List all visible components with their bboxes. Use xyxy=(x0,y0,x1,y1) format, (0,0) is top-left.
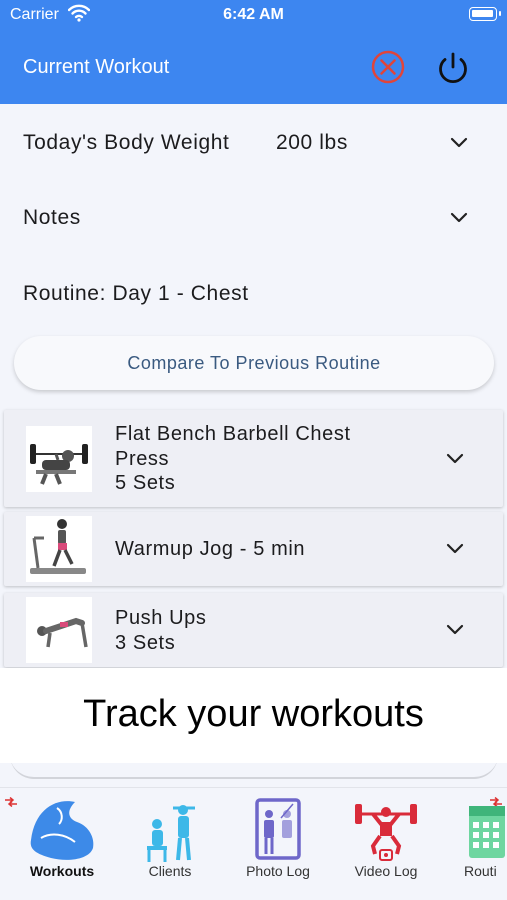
exercise-text: Flat Bench Barbell Chest Press 5 Sets xyxy=(115,422,351,496)
routine-row: Routine: Day 1 - Chest xyxy=(0,264,507,324)
push-up-image xyxy=(26,597,92,663)
chevron-down-icon[interactable] xyxy=(445,543,465,555)
exercise-name-cont: Press xyxy=(115,447,170,470)
tab-bar: Workouts Clients Photo Log Video Log Rou… xyxy=(0,787,507,900)
exercise-name: Warmup Jog - 5 min xyxy=(115,538,306,560)
promo-banner: Track your workouts xyxy=(0,668,507,763)
exercise-card[interactable]: Push Ups 3 Sets xyxy=(4,593,503,667)
power-icon[interactable] xyxy=(434,48,472,86)
mirror-photo-icon xyxy=(255,798,301,860)
notes-row[interactable]: Notes xyxy=(0,188,507,248)
tab-routines[interactable]: Routi xyxy=(444,788,507,888)
chevron-down-icon[interactable] xyxy=(449,212,469,224)
chevron-down-icon[interactable] xyxy=(449,137,469,149)
body-weight-row[interactable]: Today's Body Weight 200 lbs xyxy=(0,113,507,173)
app-header: Carrier 6:42 AM Current Workout xyxy=(0,0,507,104)
bench-press-image xyxy=(26,426,92,492)
battery-icon xyxy=(469,7,501,21)
exercise-name: Flat Bench Barbell Chest xyxy=(115,423,351,445)
tab-video-log[interactable]: Video Log xyxy=(336,788,436,888)
tab-label: Photo Log xyxy=(246,863,310,879)
tab-label: Routi xyxy=(464,863,497,879)
exercise-name: Push Ups xyxy=(115,607,207,629)
tab-label: Video Log xyxy=(354,863,418,879)
body-weight-label: Today's Body Weight xyxy=(23,131,230,154)
exercise-card[interactable]: Flat Bench Barbell Chest Press 5 Sets xyxy=(4,410,503,507)
tab-label: Clients xyxy=(148,863,192,879)
weightlifter-video-icon xyxy=(355,804,417,861)
exercise-sets: 3 Sets xyxy=(115,631,176,654)
exercise-text: Push Ups 3 Sets xyxy=(115,606,207,655)
chevron-down-icon[interactable] xyxy=(445,453,465,465)
notes-label: Notes xyxy=(23,206,81,229)
chevron-down-icon[interactable] xyxy=(445,624,465,636)
flexed-bicep-icon xyxy=(30,801,94,860)
exercise-card[interactable]: Warmup Jog - 5 min xyxy=(4,512,503,586)
page-title: Current Workout xyxy=(23,56,170,78)
trainer-clients-icon xyxy=(147,805,195,862)
tab-photo-log[interactable]: Photo Log xyxy=(228,788,328,888)
routine-label: Routine: Day 1 - Chest xyxy=(23,282,249,305)
compare-previous-button[interactable]: Compare To Previous Routine xyxy=(14,336,494,390)
tab-label: Workouts xyxy=(29,863,95,879)
status-bar: Carrier 6:42 AM xyxy=(0,0,507,32)
body-weight-value: 200 lbs xyxy=(276,131,348,154)
exercise-sets: 5 Sets xyxy=(115,472,176,494)
tab-clients[interactable]: Clients xyxy=(120,788,220,888)
treadmill-image xyxy=(26,516,92,582)
cancel-circle-icon[interactable] xyxy=(370,49,406,85)
tab-workouts[interactable]: Workouts xyxy=(12,788,112,888)
status-time: 6:42 AM xyxy=(223,6,284,23)
calendar-icon xyxy=(469,806,505,858)
